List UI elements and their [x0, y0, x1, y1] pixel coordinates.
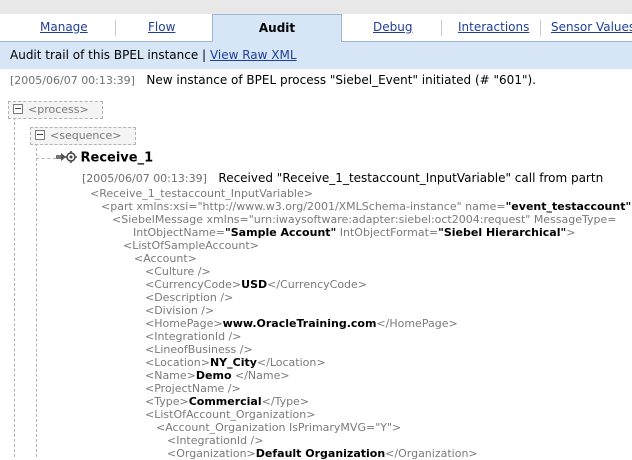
tree-line — [14, 117, 15, 457]
xml-line: <ListOfAccount_Organization> — [145, 408, 316, 421]
collapse-icon[interactable] — [13, 104, 23, 114]
activity-entry: [2005/06/07 00:13:39] Received "Receive_… — [82, 171, 603, 185]
xml-line: <ListOfSampleAccount> — [123, 239, 259, 252]
tab-sensor-values[interactable]: Sensor Values — [551, 14, 632, 41]
process-node-label: <process> — [28, 103, 89, 116]
tree-line — [36, 158, 56, 159]
entry-message: New instance of BPEL process "Siebel_Eve… — [146, 73, 536, 87]
xml-line: <Name>Demo </Name> — [145, 369, 290, 382]
xml-line: <Organization>Default Organization</Orga… — [167, 447, 478, 460]
xml-line: <ProjectName /> — [145, 382, 241, 395]
audit-entry: [2005/06/07 00:13:39] New instance of BP… — [10, 73, 536, 87]
xml-line: <Account> — [134, 252, 197, 265]
xml-line: <HomePage>www.OracleTraining.com</HomePa… — [145, 317, 458, 330]
xml-line: <Type>Commercial</Type> — [145, 395, 310, 408]
tree-line — [36, 143, 37, 457]
xml-line: <IntegrationId /> — [145, 330, 242, 343]
xml-line: <Account_Organization IsPrimaryMVG="Y"> — [156, 421, 402, 434]
xml-line: <IntegrationId /> — [167, 434, 264, 447]
xml-line: <Description /> — [145, 291, 234, 304]
tab-flow[interactable]: Flow — [148, 14, 175, 41]
tab-manage[interactable]: Manage — [40, 14, 88, 41]
xml-line: <part xmlns:xsi="http://www.w3.org/2001/… — [101, 200, 632, 213]
tab-bar: Manage Flow Audit Debug Interactions Sen… — [0, 14, 632, 42]
xml-line: <LineofBusiness /> — [145, 343, 253, 356]
entry-timestamp: [2005/06/07 00:13:39] — [10, 74, 135, 87]
xml-line: <CurrencyCode>USD</CurrencyCode> — [145, 278, 368, 291]
view-raw-xml-link[interactable]: View Raw XML — [210, 48, 297, 62]
xml-line: <SiebelMessage xmlns="urn:iwaysoftware:a… — [112, 213, 617, 226]
xml-line: <Division /> — [145, 304, 215, 317]
tab-audit[interactable]: Audit — [212, 14, 342, 42]
top-strip — [0, 0, 632, 15]
activity-name: Receive_1 — [80, 150, 154, 166]
process-node[interactable]: <process> — [8, 101, 103, 119]
activity-message: Received "Receive_1_testaccount_InputVar… — [218, 171, 604, 185]
tab-separator — [540, 20, 541, 36]
tab-separator — [115, 20, 116, 36]
tab-separator — [441, 20, 442, 36]
tab-interactions[interactable]: Interactions — [458, 14, 529, 41]
sub-header: Audit trail of this BPEL instance | View… — [0, 42, 632, 69]
xml-line: <Location>NY_City</Location> — [145, 356, 326, 369]
sub-header-text: Audit trail of this BPEL instance | — [10, 48, 207, 62]
xml-line: <Culture /> — [145, 265, 211, 278]
xml-line: <Receive_1_testaccount_InputVariable> — [90, 187, 313, 200]
collapse-icon[interactable] — [35, 130, 45, 140]
activity-timestamp: [2005/06/07 00:13:39] — [82, 172, 207, 185]
sequence-node-label: <sequence> — [50, 129, 122, 142]
activity-header[interactable]: Receive_1 — [55, 150, 153, 167]
sequence-node[interactable]: <sequence> — [30, 127, 136, 145]
receive-activity-icon — [55, 150, 77, 167]
tab-debug[interactable]: Debug — [373, 14, 412, 41]
xml-line: IntObjectName="Sample Account" IntObject… — [133, 226, 576, 239]
